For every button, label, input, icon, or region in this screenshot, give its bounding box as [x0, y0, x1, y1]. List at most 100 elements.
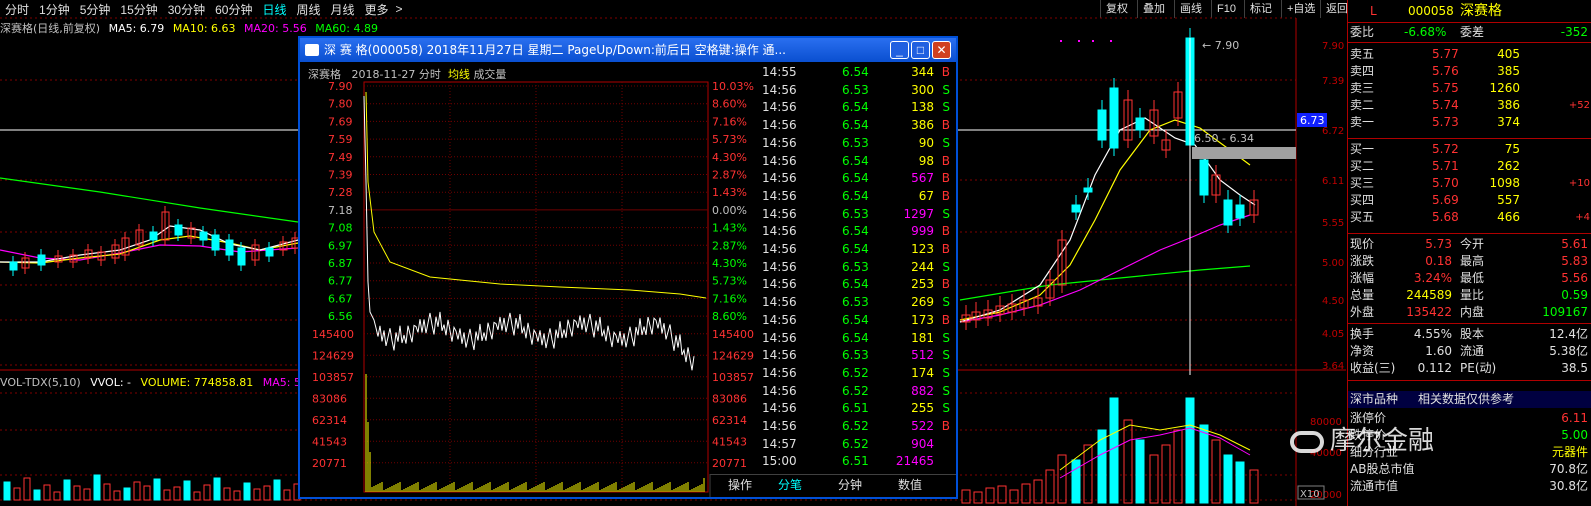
stat-label-1: 涨跌	[1350, 254, 1375, 268]
tick-time: 14:56	[762, 82, 797, 97]
kline-axis-label-3: 6.11	[1322, 176, 1344, 187]
tab-3[interactable]: 数值	[880, 476, 940, 494]
separator-3	[1348, 138, 1591, 139]
tick-direction: S	[942, 295, 950, 310]
stat-value-2: 5.83	[1561, 254, 1588, 268]
circ-row: 流通市值 30.8亿	[1348, 478, 1591, 495]
ab-row: AB股总市值 70.8亿	[1348, 461, 1591, 478]
tick-row: 14:56 6.54 386 B	[760, 117, 956, 135]
tick-volume: 67	[918, 188, 934, 203]
tick-volume: 21465	[895, 454, 934, 469]
tick-direction: B	[941, 65, 950, 79]
vol-bar-right-17	[1173, 429, 1183, 504]
tick-direction: S	[942, 206, 950, 221]
minimize-button[interactable]: _	[890, 41, 909, 59]
vol-bar-left-24	[243, 482, 251, 501]
vol-bar-left-8	[83, 488, 91, 501]
tick-row: 14:56 6.54 98 B	[760, 153, 956, 171]
stat-label-2: 内盘	[1460, 305, 1485, 319]
tick-time: 14:56	[762, 242, 797, 256]
vol-bar-left-26	[263, 485, 271, 501]
vol-bar-right-1	[973, 491, 983, 504]
pct-tick-13: 8.60%	[712, 310, 747, 323]
vol-bar-left-2	[23, 477, 31, 501]
bid-label: 买一	[1350, 142, 1375, 156]
ab-value: 70.8亿	[1549, 462, 1588, 476]
bid-volume: 557	[1497, 193, 1520, 207]
stock-code: 000058	[1408, 4, 1454, 18]
ask-volume: 405	[1497, 47, 1520, 61]
tick-direction: B	[941, 118, 950, 133]
candle-body-2	[37, 254, 46, 266]
maximize-button[interactable]: □	[911, 41, 930, 59]
tick-time: 14:56	[762, 153, 797, 168]
intraday-date: 2018-11-27 分时	[351, 68, 441, 81]
popup-titlebar[interactable]: 深 赛 格(000058) 2018年11月27日 星期二 PageUp/Dow…	[300, 38, 956, 62]
bid-volume: 1098	[1489, 176, 1520, 190]
price-tick-1: 7.80	[328, 98, 353, 111]
vol-bar-left-22	[223, 487, 231, 501]
vol-bar-left-25	[253, 488, 261, 501]
tick-price: 6.54	[842, 242, 869, 256]
vol-bar-right-18	[1185, 397, 1195, 504]
tick-price: 6.52	[842, 383, 869, 398]
tick-price: 6.52	[842, 436, 869, 451]
bid-change: +4	[1575, 212, 1590, 223]
tick-volume: 253	[911, 277, 934, 292]
pct-tick-0: 10.03%	[712, 80, 754, 93]
stat-value-2: 5.61	[1561, 237, 1588, 251]
tick-price: 6.53	[842, 259, 869, 274]
tick-volume: 882	[911, 383, 934, 398]
tick-time: 14:56	[762, 171, 797, 186]
tick-direction: S	[942, 348, 950, 363]
vol-bar-right-21	[1223, 454, 1233, 504]
vol-tick-right-1: 124629	[712, 349, 754, 362]
ask-label: 卖三	[1350, 81, 1375, 95]
tick-list[interactable]: 14:55 6.54 344 B 14:56 6.53 300 S 14:56 6.54 138 S 1…	[760, 64, 956, 474]
bid-label: 买四	[1350, 193, 1375, 207]
intraday-popup-window[interactable]: 深 赛 格(000058) 2018年11月27日 星期二 PageUp/Dow…	[298, 36, 958, 499]
candle-body-r-19	[1199, 159, 1209, 196]
tick-price: 6.54	[842, 277, 869, 292]
candle-body-r-12	[1109, 87, 1119, 149]
ask-row-0: 卖五 5.77 405	[1348, 46, 1591, 63]
stat-row-4: 外盘 135422 内盘 109167	[1348, 304, 1591, 321]
price-tick-6: 7.28	[328, 186, 353, 199]
tick-row: 14:56 6.54 181 S	[760, 330, 956, 348]
bid-price: 5.72	[1432, 142, 1459, 156]
tick-row: 14:56 6.53 90 S	[760, 135, 956, 153]
tick-price: 6.53	[842, 295, 869, 310]
vol-tick-right-5: 41543	[712, 435, 747, 448]
tick-time: 14:56	[762, 118, 797, 133]
vol-tick-left-2: 103857	[312, 371, 354, 384]
pct-tick-6: 1.43%	[712, 186, 747, 199]
vol-tick-right-2: 103857	[712, 371, 754, 384]
tick-row: 14:56 6.54 253 B	[760, 276, 956, 294]
tick-row: 14:56 6.54 123 B	[760, 241, 956, 259]
vol-bar-left-14	[143, 485, 151, 501]
fund-row-0: 换手 4.55% 股本 12.4亿	[1348, 326, 1591, 343]
high-annotation: ← 7.90	[1202, 39, 1239, 52]
tick-time: 14:56	[762, 383, 797, 398]
tick-row: 15:00 6.51 21465	[760, 453, 956, 471]
tab-1[interactable]: 分笔	[760, 476, 820, 494]
fund-label-1: 收益(三)	[1350, 361, 1396, 375]
close-button[interactable]: ✕	[932, 41, 951, 59]
limit-up-value: 6.11	[1561, 411, 1588, 425]
tab-2[interactable]: 分钟	[820, 476, 880, 494]
candle-body-12	[174, 224, 183, 236]
stat-label-2: 最低	[1460, 271, 1485, 285]
ask-volume: 1260	[1489, 81, 1520, 95]
price-tick-8: 7.08	[328, 222, 353, 235]
tick-price: 6.52	[842, 365, 869, 380]
tick-price: 6.53	[842, 348, 869, 363]
tick-volume: 244	[911, 259, 934, 274]
vol-bar-right-12	[1109, 397, 1119, 504]
pct-tick-1: 8.60%	[712, 98, 747, 111]
tick-time: 14:56	[762, 330, 797, 345]
avg-line	[365, 91, 707, 299]
marker-dot-0	[1060, 40, 1062, 42]
tick-volume: 904	[911, 436, 934, 451]
kline-axis-label-5: 5.00	[1322, 258, 1344, 269]
tick-price: 6.54	[842, 330, 869, 345]
